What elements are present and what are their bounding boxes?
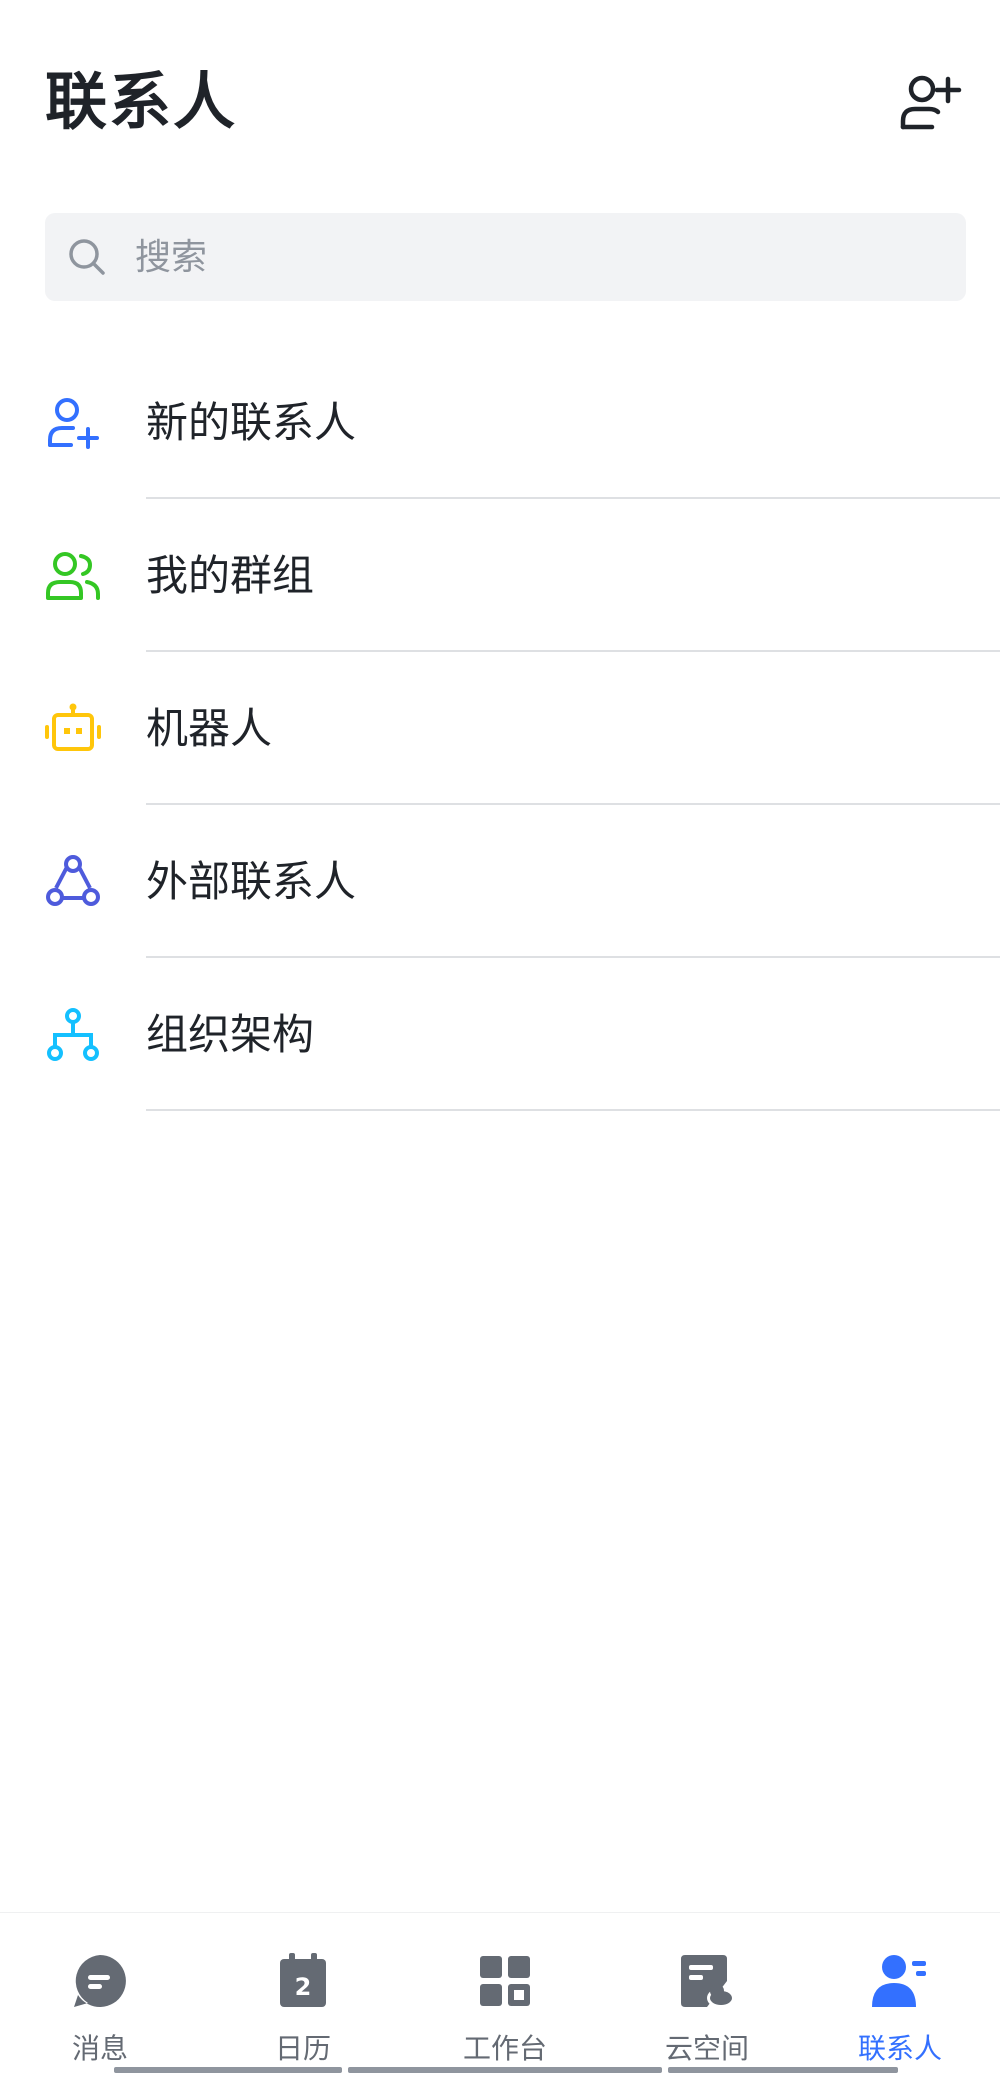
robot-icon xyxy=(45,703,101,751)
contacts-page: 联系人 新的联系人 xyxy=(0,0,1000,2073)
menu-item-label: 组织架构 xyxy=(146,1010,315,1059)
calendar-badge: 2 xyxy=(295,1973,312,2001)
menu-item-external-contacts[interactable]: 外部联系人 xyxy=(0,805,1000,958)
calendar-icon: 2 xyxy=(280,1953,326,2007)
menu-item-label: 我的群组 xyxy=(146,551,315,600)
menu-item-label: 机器人 xyxy=(146,704,273,753)
search-icon xyxy=(69,239,105,275)
search-input[interactable] xyxy=(135,213,935,301)
contacts-icon xyxy=(872,1955,926,2007)
workspace-icon xyxy=(480,1956,530,2006)
header: 联系人 xyxy=(0,0,1000,200)
tab-cloud-space[interactable]: 云空间 xyxy=(607,1913,807,2073)
org-structure-icon xyxy=(47,1007,99,1061)
tab-label: 云空间 xyxy=(664,2032,749,2065)
add-contact-icon xyxy=(900,75,962,130)
bottom-tab-bar: 消息 2 日历 工作台 云空间 联系人 xyxy=(0,1912,1000,2073)
group-icon xyxy=(46,551,100,600)
divider xyxy=(146,1109,1000,1111)
add-contact-button[interactable] xyxy=(890,62,970,142)
contact-menu-list: 新的联系人 我的群组 机器人 外部联系人 组织架构 xyxy=(0,346,1000,1111)
menu-item-label: 新的联系人 xyxy=(146,398,357,447)
message-icon xyxy=(74,1955,126,2007)
search-bar[interactable] xyxy=(45,213,966,301)
tab-contacts[interactable]: 联系人 xyxy=(800,1913,1000,2073)
tab-label: 联系人 xyxy=(857,2032,942,2065)
cloud-space-icon xyxy=(681,1955,735,2008)
tab-messages[interactable]: 消息 xyxy=(0,1913,200,2073)
tab-label: 消息 xyxy=(71,2032,128,2065)
menu-item-robots[interactable]: 机器人 xyxy=(0,652,1000,805)
bottom-indicator xyxy=(348,2067,662,2073)
bottom-indicator xyxy=(114,2067,342,2073)
tab-label: 工作台 xyxy=(462,2032,547,2065)
menu-item-my-groups[interactable]: 我的群组 xyxy=(0,499,1000,652)
menu-item-label: 外部联系人 xyxy=(146,857,357,906)
tab-label: 日历 xyxy=(274,2032,331,2065)
new-contact-icon xyxy=(48,397,99,449)
tab-workspace[interactable]: 工作台 xyxy=(405,1913,605,2073)
page-title: 联系人 xyxy=(45,65,238,138)
menu-item-new-contacts[interactable]: 新的联系人 xyxy=(0,346,1000,499)
external-contact-icon xyxy=(46,854,100,906)
tab-calendar[interactable]: 2 日历 xyxy=(203,1913,403,2073)
bottom-indicator xyxy=(668,2067,898,2073)
menu-item-org-structure[interactable]: 组织架构 xyxy=(0,958,1000,1111)
